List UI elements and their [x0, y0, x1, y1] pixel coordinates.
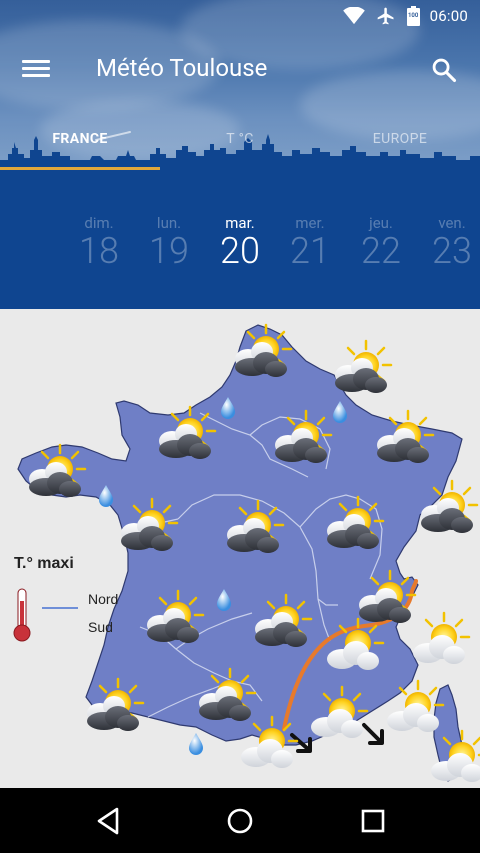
france-map [17, 323, 480, 784]
back-icon[interactable] [90, 804, 126, 838]
rain-icon [189, 733, 203, 755]
thermometer-icon [13, 588, 31, 642]
day-number: 19 [149, 230, 189, 272]
day-selector: dim. 18 lun. 19 mar. 20 mer. 21 jeu. 22 … [0, 172, 480, 309]
day-number: 22 [361, 230, 401, 272]
app-title: Météo Toulouse [96, 54, 268, 82]
tab-europe[interactable]: EUROPE [320, 124, 480, 154]
airplane-icon [377, 7, 394, 25]
app-bar: Météo Toulouse [0, 40, 480, 98]
legend-south: Sud [88, 619, 113, 635]
tab-indicator [0, 167, 160, 170]
app-header: 100 06:00 Météo Toulouse FRANCE T °C EUR… [0, 0, 480, 172]
map-legend: T.° maxi Nord Sud [10, 551, 140, 651]
tab-bar: FRANCE T °C EUROPE [0, 124, 480, 154]
tab-temperature[interactable]: T °C [160, 124, 320, 154]
system-nav-bar [0, 788, 480, 853]
search-icon[interactable] [430, 56, 458, 84]
legend-line [42, 607, 78, 609]
battery-icon: 100 [406, 6, 420, 26]
day-item[interactable]: lun. 19 [134, 214, 204, 270]
weather-map[interactable]: T.° maxi Nord Sud [0, 309, 480, 788]
menu-icon[interactable] [22, 56, 50, 82]
partly-cloudy-icon [333, 339, 393, 395]
legend-north: Nord [88, 591, 119, 607]
day-item[interactable]: dim. 18 [64, 214, 134, 270]
tab-france[interactable]: FRANCE [0, 124, 160, 154]
day-item[interactable]: mer. 21 [275, 214, 345, 270]
home-icon[interactable] [222, 804, 258, 838]
recents-icon[interactable] [355, 804, 391, 838]
day-number: 21 [290, 230, 330, 272]
day-item-selected[interactable]: mar. 20 [205, 214, 275, 270]
day-item[interactable]: ven. 23 [417, 214, 480, 270]
battery-label: 100 [407, 12, 419, 19]
day-number: 23 [432, 230, 472, 272]
sunny-cloud-icon [411, 611, 471, 666]
status-time: 06:00 [429, 7, 468, 25]
legend-title: T.° maxi [14, 555, 74, 572]
day-number: 18 [79, 230, 119, 272]
day-item[interactable]: jeu. 22 [346, 214, 416, 270]
wifi-icon [342, 7, 365, 25]
status-bar: 100 06:00 [0, 0, 480, 32]
day-number: 20 [220, 230, 260, 272]
